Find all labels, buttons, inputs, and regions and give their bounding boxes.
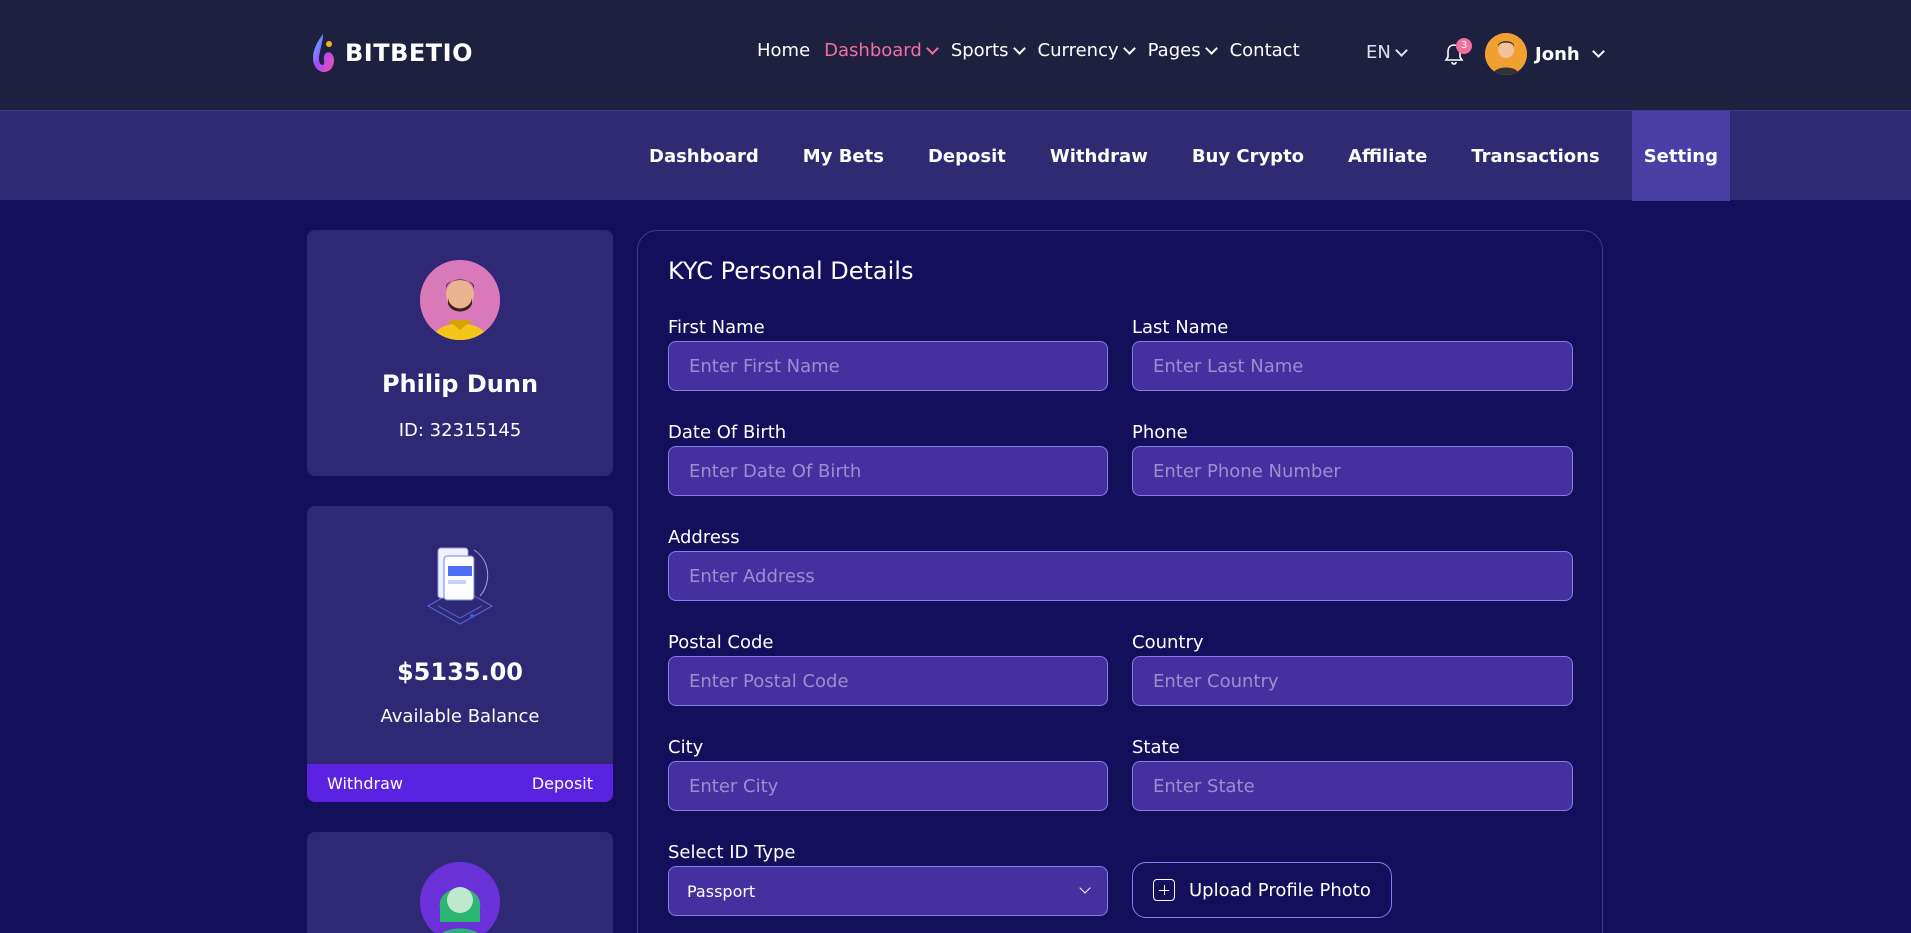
tab-transactions[interactable]: Transactions: [1449, 111, 1621, 201]
profile-card: Philip Dunn ID: 32315145: [307, 230, 613, 476]
state-label: State: [1132, 737, 1180, 758]
balance-label: Available Balance: [380, 706, 540, 727]
balance-actions: Withdraw Deposit: [307, 764, 613, 802]
nav-contact[interactable]: Contact: [1230, 40, 1300, 61]
first-name-label: First Name: [668, 317, 765, 338]
nav-sports[interactable]: Sports: [950, 40, 1026, 61]
chevron-down-icon: [1079, 882, 1091, 894]
nav-contact-label: Contact: [1229, 40, 1300, 61]
last-name-label: Last Name: [1132, 317, 1229, 338]
avatar: [420, 862, 500, 933]
notification-badge: 3: [1456, 38, 1472, 54]
nav-dashboard[interactable]: Dashboard: [824, 40, 939, 61]
nav-sports-label: Sports: [950, 40, 1009, 61]
brand-logo[interactable]: BITBETIO: [309, 32, 473, 74]
id-type-value: Passport: [687, 881, 756, 901]
top-header: BITBETIO Home Dashboard Sports Currency …: [0, 0, 1911, 110]
balance-amount: $5135.00: [396, 658, 523, 686]
profile-id: ID: 32315145: [398, 420, 522, 441]
profile-name: Philip Dunn: [381, 370, 539, 398]
tab-dashboard[interactable]: Dashboard: [627, 111, 781, 201]
avatar: [420, 260, 500, 340]
postal-code-label: Postal Code: [668, 632, 774, 653]
tab-my-bets-label: My Bets: [802, 145, 884, 167]
state-input[interactable]: [1132, 761, 1573, 811]
upload-profile-photo-label: Upload Profile Photo: [1189, 879, 1371, 901]
nav-home[interactable]: Home: [757, 40, 810, 61]
chevron-down-icon: [925, 41, 939, 55]
tab-deposit[interactable]: Deposit: [906, 111, 1028, 201]
nav-dashboard-label: Dashboard: [824, 40, 922, 61]
id-type-select[interactable]: Passport: [668, 866, 1108, 916]
tab-my-bets[interactable]: My Bets: [781, 111, 906, 201]
tab-setting-label: Setting: [1643, 145, 1718, 167]
address-input[interactable]: [668, 551, 1573, 601]
dob-label: Date Of Birth: [668, 422, 787, 443]
tab-buy-crypto-label: Buy Crypto: [1191, 145, 1305, 167]
wallet-illustration-icon: [420, 536, 500, 628]
brand-name: BITBETIO: [345, 39, 473, 67]
nav-home-label: Home: [757, 40, 811, 61]
tab-withdraw-label: Withdraw: [1049, 145, 1148, 167]
withdraw-link[interactable]: Withdraw: [327, 774, 403, 793]
tab-dashboard-label: Dashboard: [649, 145, 759, 167]
city-label: City: [668, 737, 704, 758]
chevron-down-icon: [1394, 43, 1408, 57]
user-menu[interactable]: Jonh: [1485, 33, 1605, 75]
tab-transactions-label: Transactions: [1471, 145, 1600, 167]
first-name-input[interactable]: [668, 341, 1108, 391]
phone-input[interactable]: [1132, 446, 1573, 496]
tab-affiliate[interactable]: Affiliate: [1326, 111, 1449, 201]
city-input[interactable]: [668, 761, 1108, 811]
kyc-title: KYC Personal Details: [668, 257, 914, 285]
deposit-link[interactable]: Deposit: [532, 774, 593, 793]
tab-deposit-label: Deposit: [927, 145, 1006, 167]
chevron-down-icon: [1122, 41, 1136, 55]
nav-currency[interactable]: Currency: [1037, 40, 1136, 61]
phone-label: Phone: [1132, 422, 1188, 443]
tab-affiliate-label: Affiliate: [1348, 145, 1428, 167]
upload-profile-photo-button[interactable]: Upload Profile Photo: [1132, 862, 1392, 918]
address-label: Address: [668, 527, 740, 548]
support-card: [307, 832, 613, 933]
balance-card: $5135.00 Available Balance Withdraw Depo…: [307, 506, 613, 802]
tab-setting[interactable]: Setting: [1631, 111, 1730, 201]
language-value: EN: [1366, 42, 1391, 63]
chevron-down-icon: [1012, 41, 1026, 55]
main-nav: Home Dashboard Sports Currency Pages Con…: [757, 40, 1314, 61]
nav-pages-label: Pages: [1147, 40, 1201, 61]
postal-code-input[interactable]: [668, 656, 1108, 706]
chevron-down-icon: [1204, 41, 1218, 55]
country-input[interactable]: [1132, 656, 1573, 706]
flame-logo-icon: [309, 32, 337, 74]
last-name-input[interactable]: [1132, 341, 1573, 391]
id-type-label: Select ID Type: [668, 842, 796, 863]
nav-currency-label: Currency: [1037, 40, 1119, 61]
language-selector[interactable]: EN: [1366, 42, 1408, 63]
user-name: Jonh: [1535, 43, 1580, 65]
dob-input[interactable]: [668, 446, 1108, 496]
plus-icon: [1153, 879, 1175, 901]
chevron-down-icon: [1591, 45, 1605, 58]
avatar: [1485, 33, 1527, 75]
kyc-form: KYC Personal Details First Name Last Nam…: [637, 230, 1603, 933]
nav-pages[interactable]: Pages: [1147, 40, 1218, 61]
country-label: Country: [1132, 632, 1204, 653]
tab-withdraw[interactable]: Withdraw: [1028, 111, 1170, 201]
tab-buy-crypto[interactable]: Buy Crypto: [1170, 111, 1326, 201]
dashboard-subnav: Dashboard My Bets Deposit Withdraw Buy C…: [0, 110, 1911, 201]
